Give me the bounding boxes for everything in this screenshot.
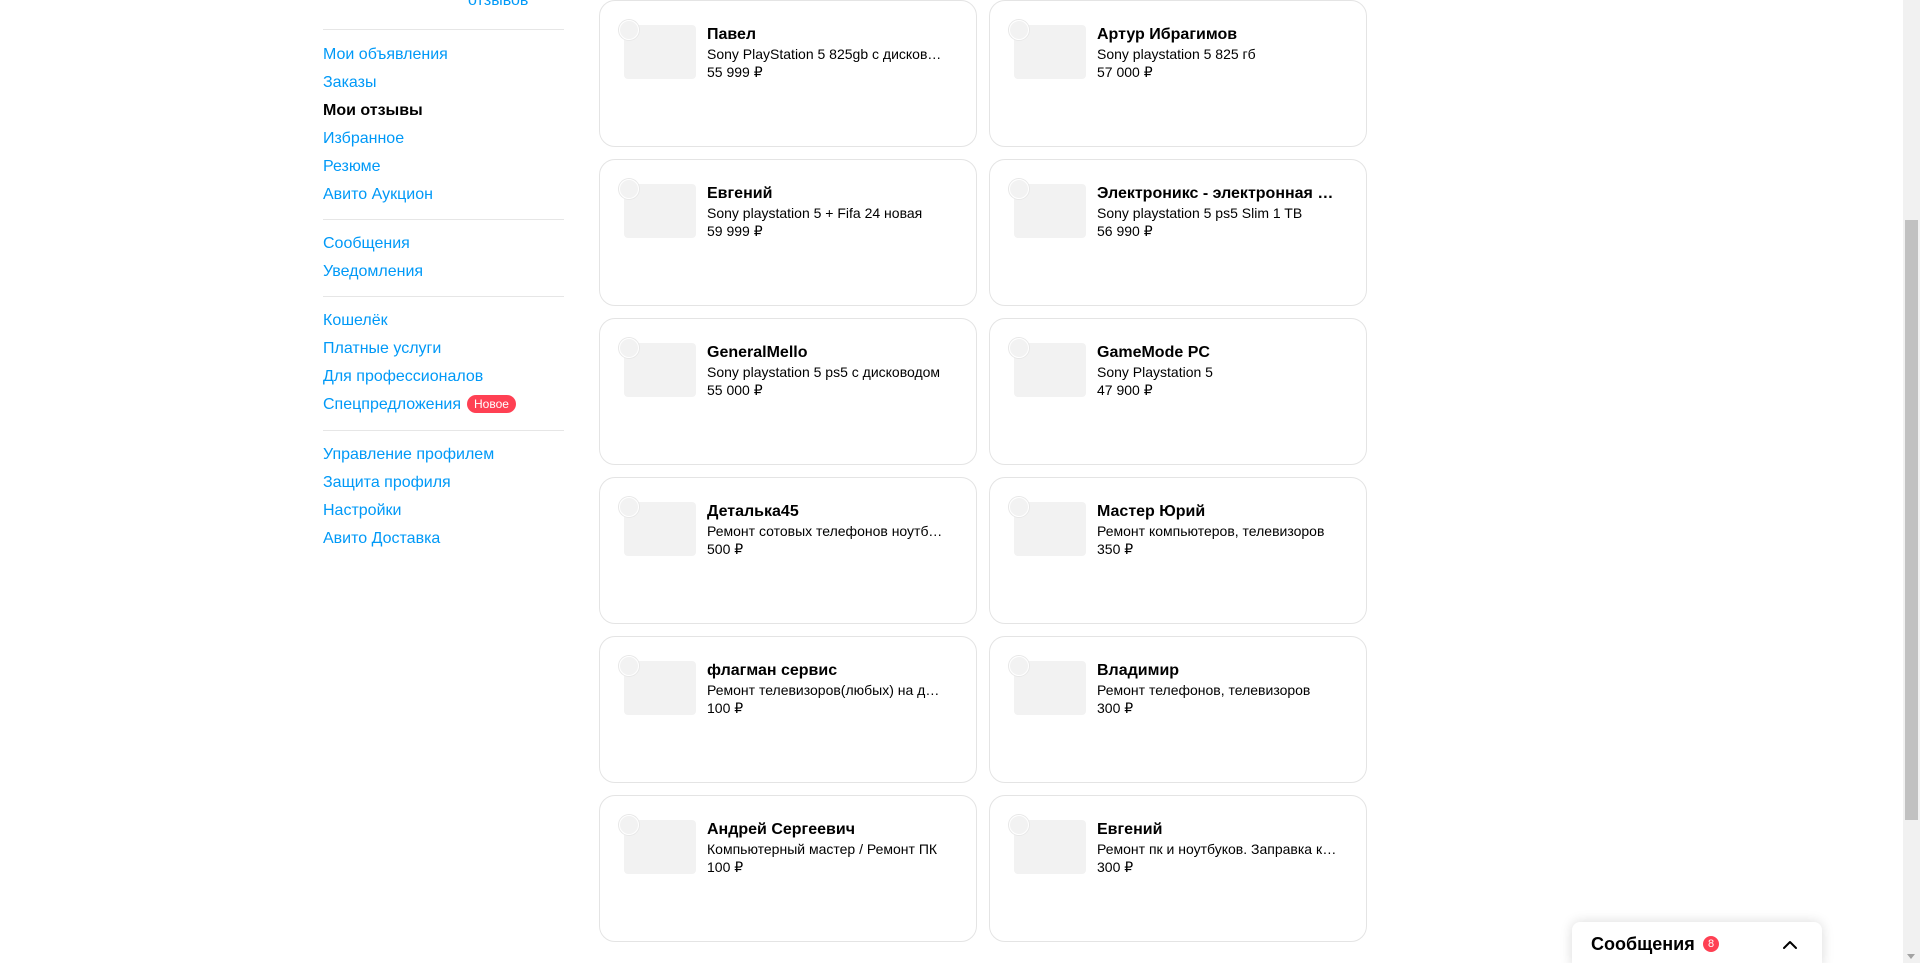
seller-avatar [619, 815, 639, 835]
item-title: Ремонт компьютеров, телевизоров [1097, 523, 1325, 539]
item-price: 100 ₽ [707, 700, 744, 716]
sidebar-item-special-offers[interactable]: Спецпредложения Новое [323, 391, 564, 419]
seller-name: Деталька45 [707, 503, 799, 520]
seller-avatar [619, 179, 639, 199]
seller-avatar [1009, 338, 1029, 358]
sidebar-item-my-reviews[interactable]: Мои отзывы [323, 97, 564, 125]
sidebar-group-communication: Сообщения Уведомления [323, 230, 564, 286]
item-title: Sony PlayStation 5 825gb с дисководом [707, 46, 947, 62]
item-price: 47 900 ₽ [1097, 382, 1153, 398]
sidebar-divider [323, 219, 564, 220]
item-title: Sony playstation 5 ps5 Slim 1 TB [1097, 205, 1303, 221]
sidebar-item-auction[interactable]: Авито Аукцион [323, 181, 564, 209]
item-title: Ремонт телевизоров(любых) на дому [707, 682, 947, 698]
sidebar-group-services: Кошелёк Платные услуги Для профессионало… [323, 307, 564, 419]
sidebar-item-messages[interactable]: Сообщения [323, 230, 564, 258]
seller-name: Электроникс - электронная техника [1097, 185, 1337, 202]
item-title: Ремонт телефонов, телевизоров [1097, 682, 1311, 698]
sidebar-item-favorites[interactable]: Избранное [323, 125, 564, 153]
sidebar-item-my-ads[interactable]: Мои объявления [323, 41, 564, 69]
item-price: 57 000 ₽ [1097, 64, 1153, 80]
messages-unread-badge: 8 [1703, 936, 1719, 952]
seller-name: Евгений [1097, 821, 1163, 838]
item-price: 300 ₽ [1097, 859, 1134, 875]
sidebar-item-notifications[interactable]: Уведомления [323, 258, 564, 286]
sidebar-group-main: Мои объявления Заказы Мои отзывы Избранн… [323, 41, 564, 209]
item-price: 55 999 ₽ [707, 64, 763, 80]
sidebar-item-profile-protection[interactable]: Защита профиля [323, 469, 564, 497]
review-card[interactable]: Мастер Юрий Ремонт компьютеров, телевизо… [989, 477, 1367, 624]
review-card[interactable]: Евгений Ремонт пк и ноутбуков. Заправка … [989, 795, 1367, 942]
review-card[interactable]: Владимир Ремонт телефонов, телевизоров 3… [989, 636, 1367, 783]
seller-avatar [619, 497, 639, 517]
scrollbar-thumb[interactable] [1905, 220, 1918, 820]
sidebar-divider [323, 296, 564, 297]
sidebar-divider [323, 29, 564, 30]
seller-avatar [1009, 815, 1029, 835]
messages-widget-title: Сообщения [1591, 934, 1695, 954]
sidebar-item-settings[interactable]: Настройки [323, 497, 564, 525]
item-title: Sony playstation 5 825 гб [1097, 46, 1256, 62]
seller-avatar [619, 20, 639, 40]
item-price: 500 ₽ [707, 541, 744, 557]
seller-name: GameMode PC [1097, 344, 1210, 361]
item-title: Ремонт сотовых телефонов ноутбуков [707, 523, 947, 539]
new-badge: Новое [467, 395, 516, 413]
sidebar-item-wallet[interactable]: Кошелёк [323, 307, 564, 335]
seller-name: флагман сервис [707, 662, 838, 679]
seller-avatar [1009, 179, 1029, 199]
scroll-down-arrow-icon[interactable] [1907, 954, 1915, 959]
review-card[interactable]: GeneralMello Sony playstation 5 ps5 с ди… [599, 318, 977, 465]
item-price: 59 999 ₽ [707, 223, 763, 239]
item-price: 100 ₽ [707, 859, 744, 875]
review-card[interactable]: Артур Ибрагимов Sony playstation 5 825 г… [989, 0, 1367, 147]
seller-name: Евгений [707, 185, 773, 202]
review-card[interactable]: Павел Sony PlayStation 5 825gb с дисково… [599, 0, 977, 147]
seller-name: Владимир [1097, 662, 1180, 679]
page-scrollbar[interactable] [1903, 0, 1920, 963]
item-price: 56 990 ₽ [1097, 223, 1153, 239]
review-card[interactable]: Электроникс - электронная техника Sony p… [989, 159, 1367, 306]
review-card[interactable]: флагман сервис Ремонт телевизоров(любых)… [599, 636, 977, 783]
item-price: 55 000 ₽ [707, 382, 763, 398]
review-card[interactable]: Деталька45 Ремонт сотовых телефонов ноут… [599, 477, 977, 624]
sidebar-group-profile: Управление профилем Защита профиля Настр… [323, 441, 564, 553]
seller-name: Павел [707, 26, 757, 43]
item-title: Sony Playstation 5 [1097, 364, 1213, 380]
seller-name: Артур Ибрагимов [1097, 26, 1238, 43]
seller-avatar [619, 656, 639, 676]
item-price: 350 ₽ [1097, 541, 1134, 557]
sidebar-divider [323, 430, 564, 431]
sidebar-item-profile-management[interactable]: Управление профилем [323, 441, 564, 469]
seller-avatar [619, 338, 639, 358]
item-title: Sony playstation 5 + Fifa 24 новая [707, 205, 923, 221]
seller-avatar [1009, 497, 1029, 517]
reviews-count-link[interactable]: отзывов [468, 0, 528, 10]
seller-name: Мастер Юрий [1097, 503, 1206, 520]
sidebar-item-resume[interactable]: Резюме [323, 153, 564, 181]
messages-widget[interactable]: Сообщения 8 [1572, 922, 1822, 963]
sidebar-item-paid-services[interactable]: Платные услуги [323, 335, 564, 363]
item-title: Sony playstation 5 ps5 с дисководом [707, 364, 941, 380]
seller-avatar [1009, 20, 1029, 40]
item-price: 300 ₽ [1097, 700, 1134, 716]
item-title: Компьютерный мастер / Ремонт ПК [707, 841, 938, 857]
seller-name: Андрей Сергеевич [707, 821, 855, 838]
review-card[interactable]: GameMode PC Sony Playstation 5 47 900 ₽ [989, 318, 1367, 465]
item-title: Ремонт пк и ноутбуков. Заправка картридж… [1097, 841, 1337, 857]
chevron-up-icon[interactable] [1782, 937, 1798, 953]
review-card[interactable]: Андрей Сергеевич Компьютерный мастер / Р… [599, 795, 977, 942]
sidebar-item-delivery[interactable]: Авито Доставка [323, 525, 564, 553]
sidebar-item-special-offers-label: Спецпредложения [323, 396, 461, 413]
sidebar-item-orders[interactable]: Заказы [323, 69, 564, 97]
seller-name: GeneralMello [707, 344, 808, 361]
review-card[interactable]: Евгений Sony playstation 5 + Fifa 24 нов… [599, 159, 977, 306]
seller-avatar [1009, 656, 1029, 676]
sidebar-item-for-professionals[interactable]: Для профессионалов [323, 363, 564, 391]
